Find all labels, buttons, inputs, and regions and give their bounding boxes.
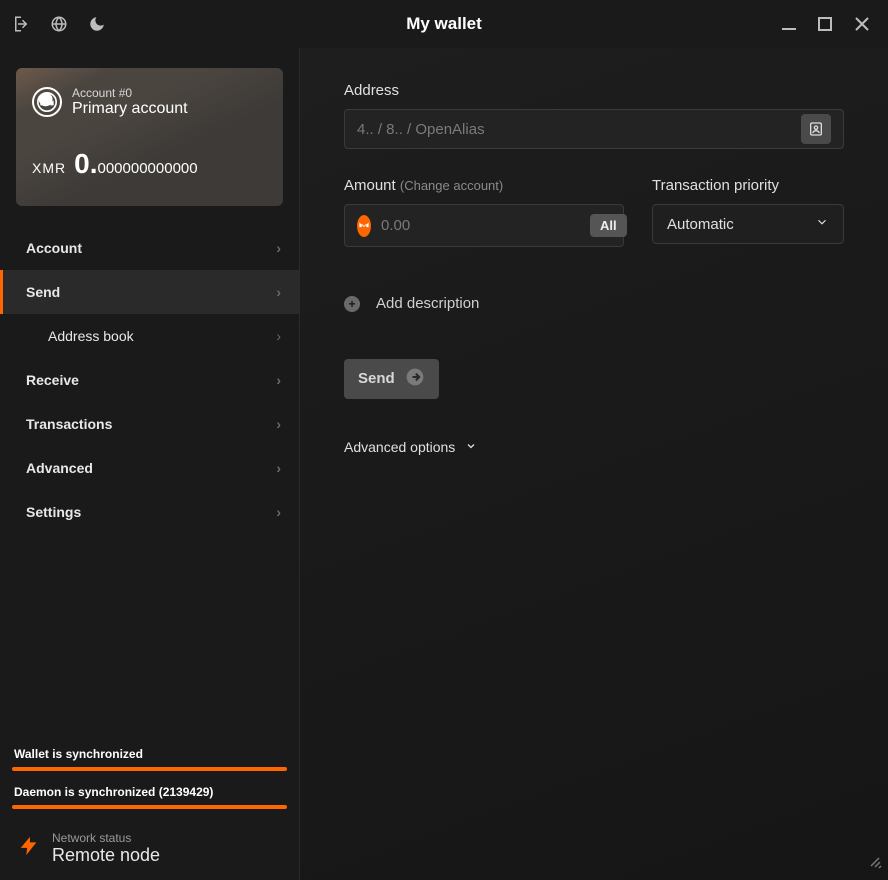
network-status[interactable]: Network status Remote node — [12, 823, 287, 868]
sidebar-item-receive[interactable]: Receive › — [0, 358, 299, 402]
wallet-sync-label: Wallet is synchronized — [14, 747, 285, 761]
balance-major: 0. — [74, 148, 97, 179]
monero-logo-icon — [32, 87, 62, 117]
network-status-label: Network status — [52, 831, 160, 845]
balance-minor: 000000000000 — [97, 160, 197, 177]
wallet-sync-status: Wallet is synchronized — [12, 747, 287, 771]
daemon-sync-status: Daemon is synchronized (2139429) — [12, 785, 287, 809]
chevron-down-icon — [815, 215, 829, 233]
add-description-label: Add description — [376, 295, 479, 312]
priority-select[interactable]: Automatic — [652, 204, 844, 244]
daemon-sync-label: Daemon is synchronized (2139429) — [14, 785, 285, 799]
account-card[interactable]: Account #0 Primary account XMR 0.0000000… — [16, 68, 283, 206]
title-bar: My wallet — [0, 0, 888, 48]
sidebar-item-address-book[interactable]: Address book › — [0, 314, 299, 358]
amount-input[interactable] — [381, 217, 580, 234]
logout-icon[interactable] — [12, 15, 30, 33]
minimize-icon[interactable] — [782, 17, 796, 31]
currency-label: XMR — [32, 160, 66, 176]
chevron-right-icon: › — [276, 372, 281, 388]
address-book-icon[interactable] — [801, 114, 831, 144]
plus-circle-icon: + — [344, 296, 360, 312]
chevron-right-icon: › — [276, 328, 281, 344]
account-index-label: Account #0 — [72, 86, 188, 100]
change-account-link[interactable]: (Change account) — [400, 178, 503, 193]
address-input-container — [344, 109, 844, 149]
resize-handle-icon[interactable] — [868, 855, 882, 874]
sidebar-item-advanced[interactable]: Advanced › — [0, 446, 299, 490]
sidebar-item-settings[interactable]: Settings › — [0, 490, 299, 534]
sidebar-status: Wallet is synchronized Daemon is synchro… — [0, 735, 299, 880]
balance-display: XMR 0.000000000000 — [32, 148, 267, 180]
account-name-label: Primary account — [72, 100, 188, 118]
sidebar-item-send[interactable]: Send › — [0, 270, 299, 314]
priority-value: Automatic — [667, 216, 734, 233]
chevron-right-icon: › — [276, 504, 281, 520]
address-input[interactable] — [357, 121, 791, 138]
all-button[interactable]: All — [590, 214, 627, 237]
globe-icon[interactable] — [50, 15, 68, 33]
chevron-right-icon: › — [276, 240, 281, 256]
send-panel: Address Amount (Change account) All — [300, 48, 888, 880]
chevron-right-icon: › — [276, 284, 281, 300]
sidebar-nav: Account › Send › Address book › Receive … — [0, 226, 299, 534]
nav-label: Advanced — [26, 460, 93, 476]
lightning-icon — [18, 832, 40, 865]
xmr-badge-icon — [357, 215, 371, 237]
chevron-down-icon — [465, 439, 477, 455]
nav-label: Transactions — [26, 416, 112, 432]
daemon-sync-bar — [12, 805, 287, 809]
close-icon[interactable] — [854, 16, 870, 32]
send-button-label: Send — [358, 370, 395, 387]
sidebar-item-account[interactable]: Account › — [0, 226, 299, 270]
moon-icon[interactable] — [88, 15, 106, 33]
nav-label: Address book — [48, 328, 134, 344]
wallet-sync-bar — [12, 767, 287, 771]
send-button[interactable]: Send — [344, 359, 439, 399]
window-title: My wallet — [106, 14, 782, 34]
advanced-options-toggle[interactable]: Advanced options — [344, 439, 477, 455]
arrow-right-circle-icon — [405, 367, 425, 391]
amount-label: Amount (Change account) — [344, 177, 624, 194]
network-status-value: Remote node — [52, 845, 160, 866]
maximize-icon[interactable] — [818, 17, 832, 31]
chevron-right-icon: › — [276, 460, 281, 476]
amount-input-container: All — [344, 204, 624, 247]
address-label: Address — [344, 82, 844, 99]
advanced-options-label: Advanced options — [344, 439, 455, 455]
sidebar: Account #0 Primary account XMR 0.0000000… — [0, 48, 300, 880]
chevron-right-icon: › — [276, 416, 281, 432]
nav-label: Account — [26, 240, 82, 256]
priority-label: Transaction priority — [652, 177, 844, 194]
sidebar-item-transactions[interactable]: Transactions › — [0, 402, 299, 446]
nav-label: Receive — [26, 372, 79, 388]
add-description-button[interactable]: + Add description — [344, 295, 479, 312]
nav-label: Send — [26, 284, 60, 300]
nav-label: Settings — [26, 504, 81, 520]
